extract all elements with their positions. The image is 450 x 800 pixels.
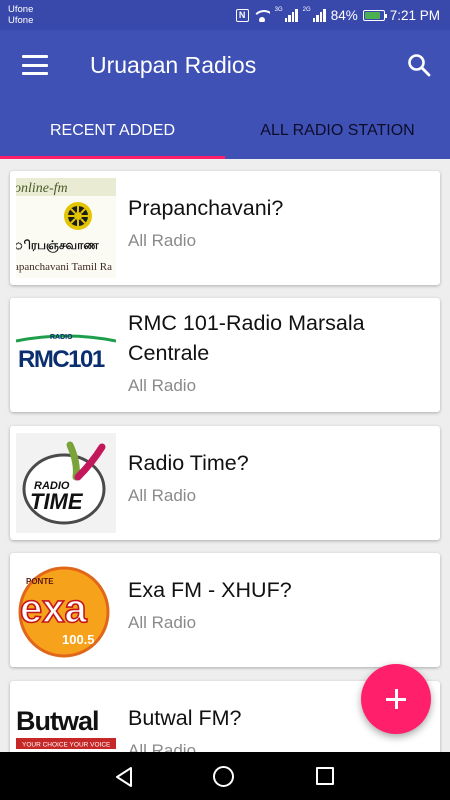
signal-icon [312, 8, 326, 22]
svg-text:ிரபஞ்சவாண: ிரபஞ்சவாண [16, 238, 99, 253]
station-logo-prapanchavani: online-fm ிரபஞ்சவாண apanchavani Tamil Ra [16, 178, 116, 278]
svg-text:online-fm: online-fm [16, 181, 68, 196]
station-logo-butwal-fm: Butwal YOUR CHOICE YOUR VOICE [16, 688, 116, 752]
svg-text:Butwal: Butwal [16, 706, 99, 736]
app-bar: Uruapan Radios [0, 30, 450, 102]
station-card[interactable]: PONTE exa 100.5 Exa FM - XHUF? All Radio [10, 553, 440, 667]
station-list[interactable]: online-fm ிரபஞ்சவாண apanchavani Tamil Ra [0, 159, 450, 752]
svg-text:exa: exa [20, 587, 87, 631]
station-category: All Radio [128, 613, 197, 632]
station-logo-rmc101: RADIO RMC101 [16, 305, 116, 405]
signal-icon [284, 8, 298, 22]
network-type-2: 2G [302, 7, 311, 13]
nfc-icon: N [235, 8, 249, 22]
station-category: All Radio [128, 741, 197, 752]
battery-icon [362, 9, 387, 21]
clock: 7:21 PM [389, 7, 440, 23]
navigation-bar [0, 752, 450, 800]
tab-bar: RECENT ADDED ALL RADIO STATION [0, 102, 450, 159]
station-name: RMC 101-Radio Marsala Centrale [128, 311, 365, 365]
svg-text:RADIO: RADIO [50, 334, 73, 341]
wifi-icon [253, 9, 270, 22]
station-category: All Radio [128, 376, 197, 395]
svg-text:TIME: TIME [30, 489, 84, 514]
tab-all-radio-station[interactable]: ALL RADIO STATION [225, 102, 450, 159]
home-icon[interactable] [213, 766, 234, 787]
station-category: All Radio [128, 231, 197, 250]
status-icons: N 3G 2G 84% 7:21 PM [235, 5, 440, 25]
station-logo-exa-fm: PONTE exa 100.5 [16, 560, 116, 660]
add-fab-button[interactable] [361, 664, 431, 734]
station-name: Exa FM - XHUF? [128, 578, 292, 602]
station-name: Prapanchavani? [128, 196, 284, 220]
station-card[interactable]: RADIO TIME Radio Time? All Radio [10, 426, 440, 540]
carrier-2: Ufone [8, 15, 34, 26]
back-icon[interactable] [113, 766, 135, 788]
station-name: Radio Time? [128, 451, 249, 475]
search-icon[interactable] [406, 52, 432, 78]
app-title: Uruapan Radios [90, 52, 257, 78]
status-bar: Ufone Ufone N 3G 2G 84% 7:21 PM [0, 0, 450, 30]
svg-text:YOUR CHOICE YOUR VOICE: YOUR CHOICE YOUR VOICE [22, 742, 111, 749]
hamburger-menu-icon[interactable] [22, 55, 48, 75]
battery-percent: 84% [330, 7, 358, 23]
network-type-1: 3G [274, 7, 283, 13]
station-card[interactable]: online-fm ிரபஞ்சவாண apanchavani Tamil Ra [10, 171, 440, 285]
carrier-1: Ufone [8, 4, 34, 15]
svg-text:RMC101: RMC101 [18, 346, 105, 373]
station-category: All Radio [128, 486, 197, 505]
svg-text:100.5: 100.5 [62, 632, 95, 647]
tab-recent-added[interactable]: RECENT ADDED [0, 102, 225, 159]
svg-text:PONTE: PONTE [26, 577, 54, 586]
station-card[interactable]: RADIO RMC101 RMC 101-Radio Marsala Centr… [10, 298, 440, 412]
recent-apps-icon[interactable] [316, 767, 334, 785]
station-logo-radio-time: RADIO TIME [16, 433, 116, 533]
svg-text:apanchavani Tamil Ra: apanchavani Tamil Ra [16, 261, 112, 273]
